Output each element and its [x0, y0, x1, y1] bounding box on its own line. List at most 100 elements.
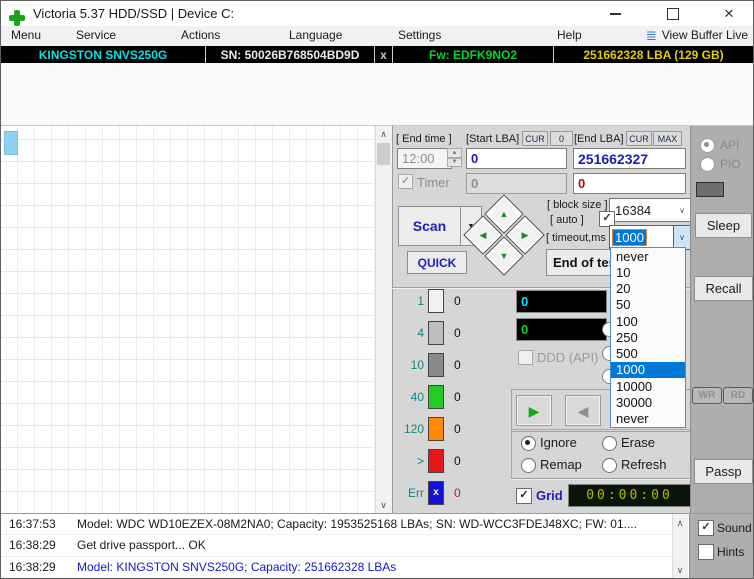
timeout-option[interactable]: 500 — [611, 346, 685, 362]
counter-value: 0 — [454, 390, 461, 404]
minimize-button[interactable] — [591, 1, 639, 26]
block-display: 0 — [516, 318, 607, 341]
timeout-option[interactable]: never — [611, 248, 685, 264]
hints-label: Hints — [717, 545, 744, 559]
timeout-option[interactable]: 1000 — [611, 362, 685, 378]
counter-row: Errx0 — [398, 481, 500, 505]
maximize-button[interactable] — [649, 1, 697, 26]
refresh-radio[interactable] — [602, 458, 617, 473]
counter-row: 100 — [398, 353, 500, 377]
counter-row: 10 — [398, 289, 500, 313]
timeout-option[interactable]: 20 — [611, 281, 685, 297]
recall-button[interactable]: Recall — [694, 276, 753, 301]
play-button[interactable]: ▶ — [517, 396, 551, 425]
grid-scrollbar[interactable] — [375, 126, 392, 513]
remap-radio[interactable] — [521, 458, 536, 473]
wr-button[interactable]: WR — [692, 387, 722, 404]
rd-button[interactable]: RD — [723, 387, 753, 404]
end-time-field[interactable]: 12:00 — [397, 148, 452, 169]
counter-block-icon: x — [428, 481, 444, 505]
drive-bar-separator: x — [374, 46, 393, 63]
menu-item-service[interactable]: Service — [76, 28, 116, 42]
step-back-button[interactable]: ◀ — [566, 396, 600, 425]
counter-value: 0 — [454, 486, 461, 500]
log-time: 16:37:53 — [1, 517, 67, 531]
menu-item-language[interactable]: Language — [289, 28, 342, 42]
start-lba-cur-button[interactable]: CUR — [522, 131, 548, 146]
spin-up-icon[interactable]: ▲ — [447, 148, 462, 158]
counter-block-icon — [428, 417, 444, 441]
grid-checkbox[interactable]: ✓ — [516, 488, 532, 504]
log-row[interactable]: 16:38:29Get drive passport... OK — [1, 535, 671, 556]
ddd-api-label: DDD (API) — [537, 350, 598, 365]
pio-label: PIO — [720, 157, 741, 171]
left-arrow-icon: ◀ — [480, 230, 487, 239]
timer-checkbox[interactable]: ✓ — [398, 174, 413, 189]
sound-checkbox[interactable]: ✓ — [698, 520, 714, 536]
log-row[interactable]: 16:37:53Model: WDC WD10EZEX-08M2NA0; Cap… — [1, 514, 671, 535]
erase-radio[interactable] — [602, 436, 617, 451]
start-lba-field[interactable]: 0 — [466, 148, 567, 169]
quick-button[interactable]: QUICK — [407, 251, 467, 274]
menu-item-menu[interactable]: Menu — [11, 28, 41, 42]
counter-value: 0 — [454, 326, 461, 340]
timeout-option[interactable]: 30000 — [611, 394, 685, 410]
elapsed-timer-display: 00:00:00 — [568, 484, 691, 507]
drive-serial: SN: 50026B768504BD9D — [206, 46, 374, 63]
counter-row: 1200 — [398, 417, 500, 441]
minimize-icon — [610, 13, 621, 15]
view-buffer-live-button[interactable]: ≣ View Buffer Live — [646, 28, 748, 42]
scanned-block — [4, 131, 18, 155]
api-radio[interactable] — [700, 138, 715, 153]
log-row[interactable]: 16:38:29Model: KINGSTON SNVS250G; Capaci… — [1, 557, 671, 578]
sound-label: Sound — [717, 521, 752, 535]
window-title: Victoria 5.37 HDD/SSD | Device C: — [33, 6, 234, 21]
grid-scrollbar-thumb[interactable] — [377, 143, 390, 165]
end-lba-cur-button[interactable]: CUR — [626, 131, 652, 146]
timeout-option[interactable]: 10 — [611, 264, 685, 280]
counter-block-icon — [428, 449, 444, 473]
log-scroll-up-icon[interactable]: ∧ — [672, 515, 688, 531]
log-time: 16:38:29 — [1, 560, 67, 574]
start-lba-label: [Start LBA] — [466, 133, 519, 145]
timeout-option[interactable]: 250 — [611, 329, 685, 345]
menu-item-help[interactable]: Help — [557, 28, 582, 42]
timeout-option[interactable]: 100 — [611, 313, 685, 329]
pio-radio[interactable] — [700, 157, 715, 172]
activity-indicator — [696, 182, 724, 197]
counter-label: 10 — [398, 358, 424, 372]
ddd-api-checkbox[interactable] — [518, 350, 533, 365]
ignore-radio[interactable] — [521, 436, 536, 451]
sleep-button[interactable]: Sleep — [695, 213, 752, 238]
scroll-down-icon[interactable]: ∨ — [375, 497, 392, 513]
close-button[interactable]: ✕ — [705, 1, 753, 26]
menu-item-actions[interactable]: Actions — [181, 28, 220, 42]
timeout-option[interactable]: 10000 — [611, 378, 685, 394]
log-scroll-down-icon[interactable]: ∨ — [672, 562, 688, 578]
log-message: Model: WDC WD10EZEX-08M2NA0; Capacity: 1… — [67, 517, 637, 531]
timeout-value: 1000 — [613, 230, 646, 245]
block-size-combo[interactable]: 16384 ∨ — [609, 198, 691, 222]
menu-bar: Menu Service Actions Language Settings H… — [1, 26, 753, 46]
scan-button[interactable]: Scan — [398, 206, 461, 246]
ignore-label: Ignore — [540, 435, 577, 450]
end-lba-max-button[interactable]: MAX — [653, 131, 682, 146]
hints-checkbox[interactable] — [698, 544, 714, 560]
log-message: Get drive passport... OK — [67, 538, 206, 552]
passp-button[interactable]: Passp — [694, 459, 753, 484]
spin-down-icon[interactable]: ▼ — [447, 158, 462, 168]
end-lba-field[interactable]: 251662327 — [573, 148, 686, 169]
counter-value: 0 — [454, 294, 461, 308]
counter-row: >0 — [398, 449, 500, 473]
auto-label: [ auto ] — [550, 214, 584, 226]
end-lba-current-field: 0 — [573, 173, 686, 194]
start-lba-zero-button[interactable]: 0 — [550, 131, 573, 146]
menu-item-settings[interactable]: Settings — [398, 28, 441, 42]
speed-display: 0 — [516, 290, 607, 313]
timeout-option[interactable]: never — [611, 411, 685, 427]
end-time-spinner[interactable]: ▲▼ — [447, 148, 462, 167]
scroll-up-icon[interactable]: ∧ — [375, 126, 392, 142]
drive-model: KINGSTON SNVS250G — [1, 46, 206, 63]
timeout-option[interactable]: 50 — [611, 297, 685, 313]
counter-block-icon — [428, 289, 444, 313]
